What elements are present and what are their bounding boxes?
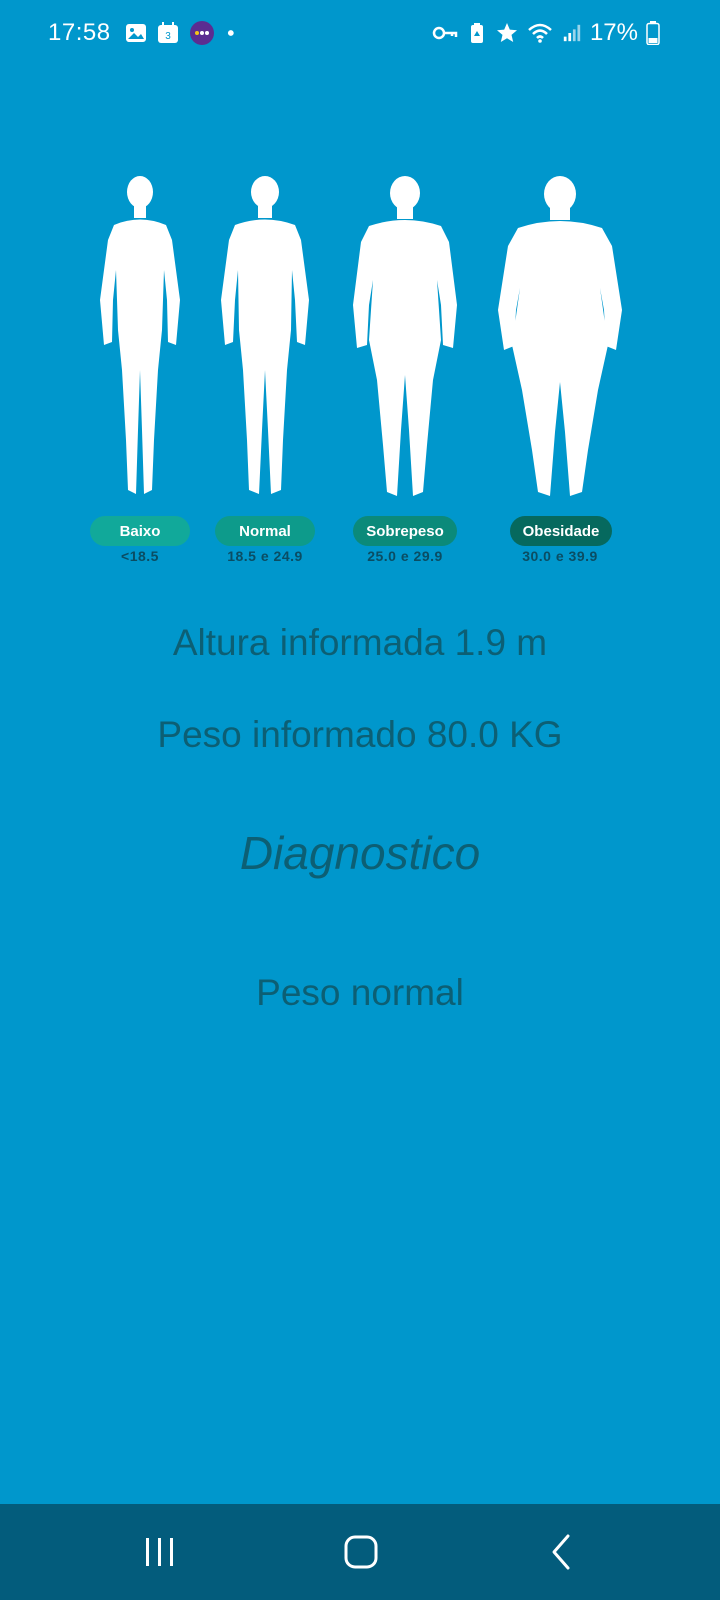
category-label-sobrepeso: Sobrepeso (353, 516, 457, 546)
dot-icon (227, 30, 234, 36)
app-badge-icon (189, 21, 214, 45)
star-icon (496, 23, 517, 42)
height-info: Altura informada 1.9 m (172, 622, 548, 663)
figure-obese: Obesidade 30.0 e 39.9 (490, 170, 630, 570)
category-range-sobrepeso: 25.0 e 29.9 (367, 548, 443, 564)
category-range-normal: 18.5 e 24.9 (227, 548, 303, 564)
battery-icon (646, 21, 660, 45)
figure-normal: Normal 18.5 e 24.9 (195, 170, 335, 570)
bmi-figures: Baixo <18.5 Normal 18.5 e 24.9 Sobrepeso… (0, 170, 720, 570)
category-label-obesidade: Obesidade (510, 516, 612, 546)
diagnosis-title: Diagnostico (239, 827, 481, 879)
status-left: 17:58 3 (48, 16, 241, 50)
category-label-text: Baixo (119, 522, 161, 540)
category-label-text: Normal (239, 522, 291, 540)
back-icon[interactable] (538, 1528, 586, 1576)
category-label-normal: Normal (215, 516, 315, 546)
calendar-day: 3 (165, 31, 171, 42)
signal-icon (563, 24, 581, 42)
status-bar: 17:58 3 17% (0, 0, 720, 66)
wifi-icon (528, 23, 552, 43)
body-silhouette-normal-icon (221, 176, 309, 494)
diagnosis-result: Peso normal (256, 972, 464, 1013)
category-label-baixo: Baixo (90, 516, 190, 546)
body-silhouette-overweight-icon (353, 176, 457, 496)
body-silhouette-obese-icon (498, 176, 622, 496)
battery-saver-icon (470, 23, 483, 43)
category-label-text: Obesidade (522, 522, 600, 540)
home-icon[interactable] (337, 1528, 385, 1576)
category-range-obesidade: 30.0 e 39.9 (522, 548, 598, 564)
gallery-icon (125, 24, 146, 42)
body-silhouette-thin-icon (100, 176, 180, 494)
figure-overweight: Sobrepeso 25.0 e 29.9 (335, 170, 475, 570)
recent-apps-icon[interactable] (136, 1528, 184, 1576)
figure-underweight: Baixo <18.5 (70, 170, 210, 570)
status-right: 17% (432, 16, 660, 50)
navigation-bar (0, 1504, 720, 1600)
weight-info: Peso informado 80.0 KG (157, 714, 563, 755)
calendar-icon: 3 (157, 22, 178, 43)
category-range-baixo: <18.5 (121, 548, 159, 564)
vpn-key-icon (432, 26, 458, 40)
category-label-text: Sobrepeso (366, 522, 444, 540)
clock: 17:58 (48, 19, 111, 46)
battery-percent: 17% (589, 19, 638, 46)
